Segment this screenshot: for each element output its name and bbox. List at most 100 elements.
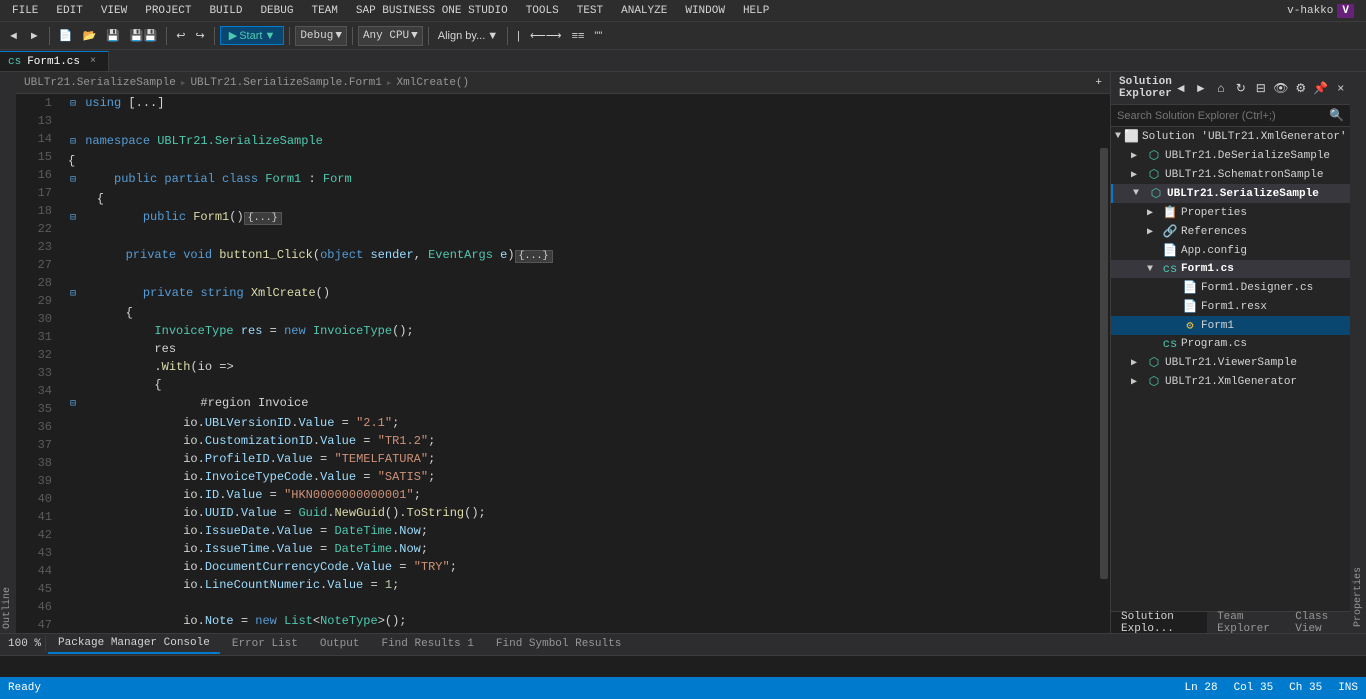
tree-arrow-viewer: ▶ (1131, 357, 1143, 369)
editor-scrollbar[interactable] (1098, 94, 1110, 633)
start-button[interactable]: ▶ Start ▼ (220, 26, 285, 45)
menu-item-edit[interactable]: EDIT (48, 3, 90, 19)
tab-file-icon: cs (8, 56, 21, 68)
se-forward-button[interactable]: ► (1192, 79, 1210, 97)
bottom-tab-findsymbol[interactable]: Find Symbol Results (486, 634, 631, 654)
tree-item-programcs[interactable]: cs Program.cs (1111, 335, 1350, 353)
menu-item-analyze[interactable]: ANALYZE (613, 3, 675, 19)
tab-form1cs[interactable]: cs Form1.cs × (0, 51, 109, 71)
menu-item-debug[interactable]: DEBUG (252, 3, 301, 19)
new-file-button[interactable]: 📄 (55, 27, 77, 44)
tree-item-properties[interactable]: ▶ 📋 Properties (1111, 203, 1350, 222)
tree-arrow-form1cs: ▼ (1147, 264, 1159, 275)
se-collapse-button[interactable]: ⊟ (1252, 79, 1270, 97)
tree-item-appconfig[interactable]: 📄 App.config (1111, 241, 1350, 260)
right-edge: Properties (1350, 72, 1366, 633)
menu-item-tools[interactable]: TOOLS (518, 3, 567, 19)
editor-area: UBLTr21.SerializeSample ▸ UBLTr21.Serial… (16, 72, 1110, 633)
serialize-label: UBLTr21.SerializeSample (1167, 188, 1319, 200)
breadcrumb-sep-1: ▸ (180, 76, 187, 90)
toolbar-sep-7 (507, 27, 508, 45)
editor-expand-button[interactable]: + (1095, 77, 1102, 89)
form1cs-icon: cs (1162, 262, 1178, 276)
scrollbar-thumb[interactable] (1100, 148, 1108, 579)
line-numbers: 1 13 14 15 16 17 18 22 23 27 28 29 30 31… (16, 94, 60, 633)
tree-item-deserialize[interactable]: ▶ ⬡ UBLTr21.DeSerializeSample (1111, 146, 1350, 165)
outline-panel-tab[interactable]: Outline (0, 72, 15, 633)
properties-folder-icon: 📋 (1162, 205, 1178, 220)
format-btn-3[interactable]: "" (590, 28, 606, 44)
breadcrumb-part1[interactable]: UBLTr21.SerializeSample (24, 77, 176, 89)
align-button[interactable]: Align by... ▼ (434, 28, 502, 44)
toolbar-sep-5 (352, 27, 353, 45)
save-all-button[interactable]: 💾💾 (126, 27, 161, 44)
config-dropdown[interactable]: Debug ▼ (295, 26, 347, 46)
menu-item-window[interactable]: WINDOW (677, 3, 733, 19)
project-icon-2: ⬡ (1146, 167, 1162, 182)
tree-item-serialize[interactable]: ▼ ⬡ UBLTr21.SerializeSample (1111, 184, 1350, 203)
se-pin-button[interactable]: 📌 (1312, 79, 1330, 97)
menu-item-project[interactable]: PROJECT (137, 3, 199, 19)
undo-button[interactable]: ↩ (172, 27, 189, 44)
align-label: Align by... (438, 30, 486, 42)
viewer-label: UBLTr21.ViewerSample (1165, 357, 1297, 369)
menu-item-help[interactable]: HELP (735, 3, 777, 19)
main-content: Outline Server Explorer Toolbox UBLTr21.… (0, 72, 1366, 633)
designer-label: Form1.Designer.cs (1201, 282, 1313, 294)
tree-item-references[interactable]: ▶ 🔗 References (1111, 222, 1350, 241)
format-btn-2[interactable]: ≡≡ (568, 28, 589, 44)
platform-dropdown[interactable]: Any CPU ▼ (358, 26, 423, 46)
bottom-tab-errors[interactable]: Error List (222, 634, 308, 654)
properties-side-tab[interactable]: Properties (1351, 72, 1366, 633)
tab-close-button[interactable]: × (86, 55, 100, 69)
se-tab-team[interactable]: Team Explorer (1207, 612, 1285, 633)
menu-item-build[interactable]: BUILD (201, 3, 250, 19)
bottom-tab-findresults1[interactable]: Find Results 1 (371, 634, 483, 654)
menu-item-sap[interactable]: SAP BUSINESS ONE STUDIO (348, 3, 516, 19)
code-editor[interactable]: ⊟ using [...] ⊟ namespace UBLTr21.Serial… (60, 94, 1098, 633)
se-home-button[interactable]: ⌂ (1212, 79, 1230, 97)
tree-item-xmlgen[interactable]: ▶ ⬡ UBLTr21.XmlGenerator (1111, 372, 1350, 391)
se-header: Solution Explorer ◄ ► ⌂ ↻ ⊟ 👁 ⚙ 📌 × (1111, 72, 1350, 105)
breadcrumb-part2[interactable]: UBLTr21.SerializeSample.Form1 (190, 77, 381, 89)
form1class-icon: ⚙ (1182, 318, 1198, 333)
menu-item-file[interactable]: FILE (4, 3, 46, 19)
menu-item-team[interactable]: TEAM (303, 3, 345, 19)
save-button[interactable]: 💾 (102, 27, 124, 44)
forward-button[interactable]: ► (25, 28, 44, 44)
se-refresh-button[interactable]: ↻ (1232, 79, 1250, 97)
config-label: Debug (300, 30, 333, 42)
se-properties-button[interactable]: ⚙ (1292, 79, 1310, 97)
se-tab-explorer[interactable]: Solution Explo... (1111, 612, 1207, 633)
breadcrumb-part3[interactable]: XmlCreate() (397, 77, 470, 89)
bottom-area: 100 % Package Manager Console Error List… (0, 633, 1366, 677)
se-close-button[interactable]: × (1332, 79, 1350, 97)
tree-item-form1cs[interactable]: ▼ cs Form1.cs (1111, 260, 1350, 278)
status-ln: Ln 28 (1185, 682, 1218, 694)
bottom-tab-pkg[interactable]: Package Manager Console (48, 634, 220, 654)
schematron-label: UBLTr21.SchematronSample (1165, 169, 1323, 181)
se-show-all-button[interactable]: 👁 (1272, 79, 1290, 97)
open-button[interactable]: 📂 (78, 27, 100, 44)
redo-button[interactable]: ↪ (192, 27, 209, 44)
tree-item-solution[interactable]: ▼ ⬜ Solution 'UBLTr21.XmlGenerator' (5 p… (1111, 127, 1350, 146)
menu-item-test[interactable]: TEST (569, 3, 611, 19)
back-button[interactable]: ◄ (4, 28, 23, 44)
menu-item-view[interactable]: VIEW (93, 3, 135, 19)
tree-item-form1class[interactable]: ⚙ Form1 (1111, 316, 1350, 335)
toolbar-sep-2 (166, 27, 167, 45)
cursor-button[interactable]: | (513, 28, 524, 44)
format-btn-1[interactable]: ⟵⟶ (526, 27, 566, 44)
config-dropdown-icon: ▼ (335, 30, 342, 42)
se-tab-class[interactable]: Class View (1285, 612, 1350, 633)
tree-item-schematron[interactable]: ▶ ⬡ UBLTr21.SchematronSample (1111, 165, 1350, 184)
tree-item-form1resx[interactable]: 📄 Form1.resx (1111, 297, 1350, 316)
bottom-tab-output[interactable]: Output (310, 634, 370, 654)
tree-arrow-serialize: ▼ (1133, 188, 1145, 199)
se-back-button[interactable]: ◄ (1172, 79, 1190, 97)
se-search-input[interactable] (1117, 110, 1329, 122)
solution-label: Solution 'UBLTr21.XmlGenerator' (5 proj (1142, 131, 1350, 143)
tree-item-form1designer[interactable]: 📄 Form1.Designer.cs (1111, 278, 1350, 297)
tree-arrow-schematron: ▶ (1131, 169, 1143, 181)
tree-item-viewer[interactable]: ▶ ⬡ UBLTr21.ViewerSample (1111, 353, 1350, 372)
